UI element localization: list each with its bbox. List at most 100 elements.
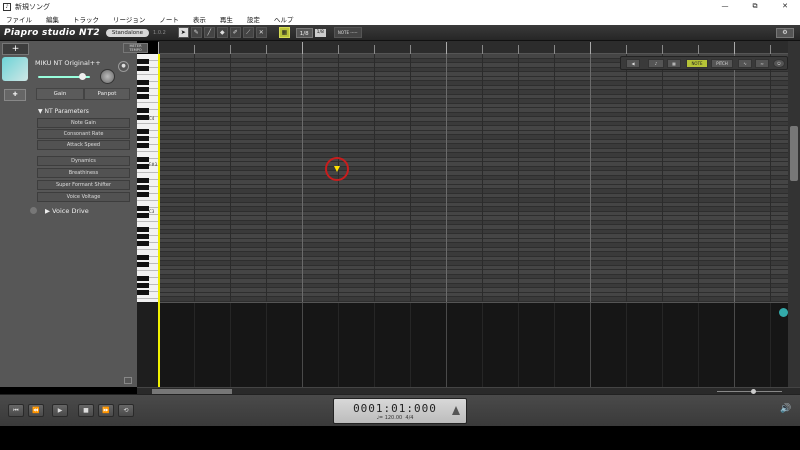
curve-tool-button[interactable]: ∿ [738,59,752,68]
fast-forward-button[interactable]: ⏩ [98,404,114,417]
power-button[interactable]: ⏻ [773,59,785,68]
master-volume-icon[interactable]: 🔊 [780,404,791,414]
black-key[interactable] [137,114,149,120]
cross-tool-button[interactable]: ✕ [255,27,267,38]
snap-toggle-button[interactable]: ▦ [278,27,290,38]
ruler-tick [194,45,195,54]
pan-knob[interactable] [100,69,115,84]
black-key[interactable] [137,254,149,260]
brush-tool-button[interactable]: ✐ [229,27,241,38]
param-attack-speed[interactable]: Attack Speed [37,140,130,150]
menu-edit[interactable]: 編集 [46,14,59,24]
black-key[interactable] [137,93,149,99]
note-tab[interactable]: NOTE [686,59,708,68]
black-key[interactable] [137,205,149,211]
quantize-select[interactable]: 1/8 [295,27,313,38]
note-tool-button[interactable]: ♪ [648,59,664,68]
timeline-ruler[interactable] [158,41,800,54]
rewind-button[interactable]: ⏪ [28,404,44,417]
black-key[interactable] [137,107,149,113]
horizontal-scrollbar[interactable] [137,387,800,394]
eraser-tool-button[interactable]: ◆ [216,27,228,38]
gain-button[interactable]: Gain [36,88,84,100]
lane-marker-icon[interactable] [779,308,788,317]
param-voice-voltage[interactable]: Voice Voltage [37,192,130,202]
black-key[interactable] [137,261,149,267]
pitch-tab[interactable]: PITCH [711,59,733,68]
piano-roll-grid[interactable] [158,54,788,302]
param-consonant-rate[interactable]: Consonant Rate [37,129,130,139]
playhead[interactable] [158,54,160,387]
piano-keyboard[interactable]: C4 F#3 C3 [137,54,158,302]
speaker-toggle-button[interactable]: ◀ [626,59,640,68]
lane-beat-line [338,303,339,387]
black-key[interactable] [137,233,149,239]
menu-settings[interactable]: 設定 [247,14,260,24]
black-key[interactable] [137,156,149,162]
line-tool-button[interactable]: ╱ [203,27,215,38]
black-key[interactable] [137,135,149,141]
panel-resize-icon[interactable] [124,377,132,384]
meter-tempo-button[interactable]: METER TEMPO [123,43,148,53]
play-button[interactable]: ▶ [52,404,68,417]
vertical-scroll-thumb[interactable] [790,126,798,181]
quantize-dropdown[interactable]: 1/8 [314,28,326,37]
menu-track[interactable]: トラック [73,14,99,24]
black-key[interactable] [137,128,149,134]
black-key[interactable] [137,163,149,169]
singer-avatar[interactable] [2,57,28,81]
black-key[interactable] [137,184,149,190]
stop-button[interactable]: ■ [78,404,94,417]
nt-parameters-header[interactable]: ▼ NT Parameters [38,108,89,115]
settings-button[interactable]: ⚙ [776,28,794,38]
black-key[interactable] [137,86,149,92]
add-track-button[interactable]: + [2,43,29,55]
menu-playback[interactable]: 再生 [220,14,233,24]
black-key[interactable] [137,240,149,246]
time-display[interactable]: 0001:01:000 ♩= 120.00 4/4 [333,398,467,424]
loop-button[interactable]: ⟲ [118,404,134,417]
black-key[interactable] [137,79,149,85]
black-key[interactable] [137,212,149,218]
fast-forward-icon: ⏩ [102,407,110,414]
voice-drive-power-icon[interactable] [30,207,37,214]
parameter-lane[interactable] [158,302,788,387]
zoom-slider[interactable] [717,391,782,392]
avatar-options-button[interactable]: ✚ [4,89,26,101]
metronome-icon[interactable] [452,406,460,415]
param-breathiness[interactable]: Breathiness [37,168,130,178]
black-key[interactable] [137,177,149,183]
singer-menu-button[interactable]: ● [118,61,129,72]
black-key[interactable] [137,275,149,281]
param-super-formant-shifter[interactable]: Super Formant Shifter [37,180,130,190]
black-key[interactable] [137,58,149,64]
black-key[interactable] [137,289,149,295]
volume-slider-thumb[interactable] [79,73,86,80]
maximize-button[interactable]: ⧉ [740,0,770,13]
menu-file[interactable]: ファイル [6,14,32,24]
black-key[interactable] [137,142,149,148]
black-key[interactable] [137,65,149,71]
grid-view-button[interactable]: ▦ [667,59,681,68]
menu-view[interactable]: 表示 [193,14,206,24]
voice-drive-header[interactable]: ▶ Voice Drive [45,207,89,215]
ruler-tick [734,42,735,54]
note-preset-button[interactable]: NOTE ----- [333,27,362,38]
arrow-tool-button[interactable]: ➤ [177,27,189,38]
vibrato-tool-button[interactable]: ≈ [755,59,769,68]
black-key[interactable] [137,282,149,288]
pencil-tool-button[interactable]: ✎ [190,27,202,38]
param-dynamics[interactable]: Dynamics [37,156,130,166]
black-key[interactable] [137,226,149,232]
black-key[interactable] [137,191,149,197]
param-note-gain[interactable]: Note Gain [37,118,130,128]
menu-help[interactable]: ヘルプ [274,14,294,24]
minimize-button[interactable]: — [710,0,740,13]
menu-region[interactable]: リージョン [113,14,145,24]
close-button[interactable]: ✕ [770,0,800,13]
vertical-scrollbar[interactable] [788,41,800,387]
menu-note[interactable]: ノート [159,14,179,24]
panpot-button[interactable]: Panpot [84,88,130,100]
go-to-start-button[interactable]: ⏮ [8,404,24,417]
knife-tool-button[interactable]: ⟋ [242,27,254,38]
